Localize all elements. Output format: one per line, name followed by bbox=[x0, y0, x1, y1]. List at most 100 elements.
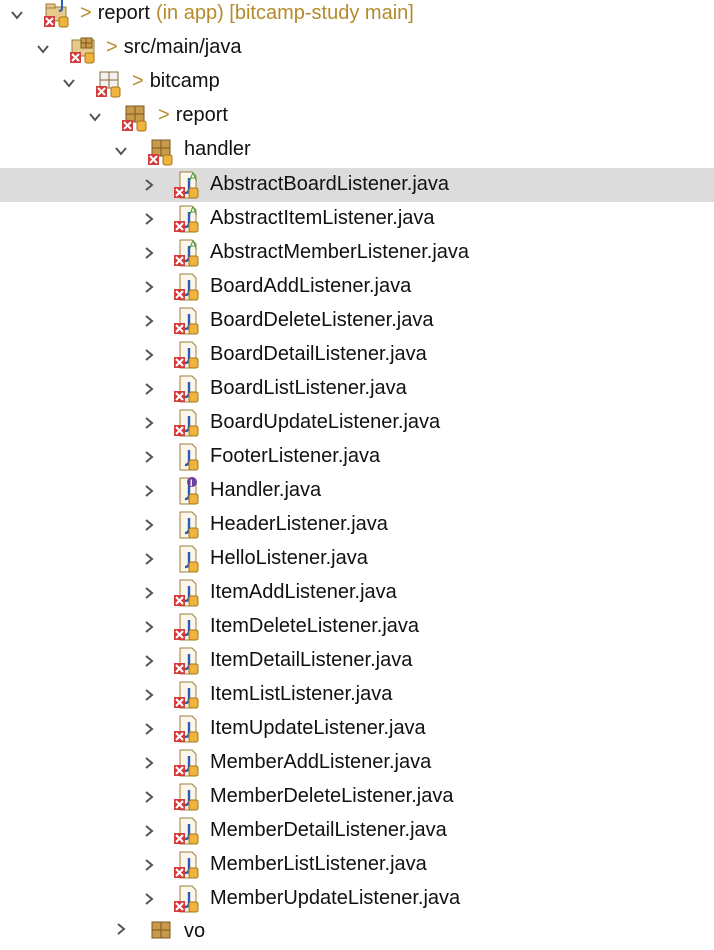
file-name: AbstractBoardListener.java bbox=[210, 173, 450, 195]
chevron-right-icon[interactable] bbox=[142, 620, 156, 634]
java-file-icon bbox=[172, 509, 204, 541]
tree-row-file[interactable]: ItemUpdateListener.java bbox=[0, 712, 714, 746]
tree-row-package-bitcamp[interactable]: > bitcamp bbox=[0, 66, 714, 100]
tree-row-file[interactable]: BoardUpdateListener.java bbox=[0, 406, 714, 440]
tree-row-package-handler[interactable]: handler bbox=[0, 134, 714, 168]
package-icon bbox=[146, 136, 178, 168]
project-label: > report (in app) [bitcamp-study main] bbox=[80, 2, 414, 25]
project-icon bbox=[42, 0, 74, 30]
java-file-icon bbox=[172, 645, 204, 677]
chevron-right-icon[interactable] bbox=[142, 790, 156, 804]
file-name: BoardAddListener.java bbox=[210, 275, 412, 297]
tree-row-source-folder[interactable]: > src/main/java bbox=[0, 32, 714, 66]
chevron-down-icon[interactable] bbox=[88, 110, 102, 124]
tree-row-project[interactable]: > report (in app) [bitcamp-study main] bbox=[0, 0, 714, 32]
decoration-marker: > bbox=[106, 36, 118, 58]
tree-row-package-report[interactable]: > report bbox=[0, 100, 714, 134]
tree-row-file[interactable]: BoardDeleteListener.java bbox=[0, 304, 714, 338]
chevron-right-icon[interactable] bbox=[142, 552, 156, 566]
chevron-right-icon[interactable] bbox=[142, 688, 156, 702]
package-label: > report bbox=[158, 104, 228, 127]
file-name: ItemUpdateListener.java bbox=[210, 717, 426, 739]
package-icon bbox=[94, 68, 126, 100]
chevron-right-icon[interactable] bbox=[142, 314, 156, 328]
tree-row-file[interactable]: ItemListListener.java bbox=[0, 678, 714, 712]
java-file-icon bbox=[172, 407, 204, 439]
decoration-marker: > bbox=[80, 2, 92, 24]
chevron-right-icon[interactable] bbox=[142, 450, 156, 464]
java-file-icon bbox=[172, 441, 204, 473]
tree-row-file[interactable]: ItemAddListener.java bbox=[0, 576, 714, 610]
chevron-right-icon[interactable] bbox=[142, 586, 156, 600]
java-file-icon bbox=[172, 611, 204, 643]
svg-text:I: I bbox=[190, 478, 193, 488]
tree-row-file[interactable]: A AbstractMemberListener.java bbox=[0, 236, 714, 270]
svg-text:A: A bbox=[189, 238, 197, 252]
tree-row-file[interactable]: ItemDetailListener.java bbox=[0, 644, 714, 678]
tree-row-file[interactable]: FooterListener.java bbox=[0, 440, 714, 474]
chevron-right-icon[interactable] bbox=[142, 246, 156, 260]
chevron-down-icon[interactable] bbox=[10, 8, 24, 22]
chevron-right-icon[interactable] bbox=[142, 518, 156, 532]
file-name: BoardDeleteListener.java bbox=[210, 309, 434, 331]
chevron-right-icon[interactable] bbox=[142, 280, 156, 294]
java-file-icon bbox=[172, 747, 204, 779]
chevron-down-icon[interactable] bbox=[36, 42, 50, 56]
java-file-icon bbox=[172, 815, 204, 847]
chevron-right-icon[interactable] bbox=[142, 756, 156, 770]
java-abstract-class-icon: A bbox=[172, 169, 204, 201]
tree-row-file[interactable]: I Handler.java bbox=[0, 474, 714, 508]
file-name: AbstractMemberListener.java bbox=[210, 241, 470, 263]
chevron-right-icon[interactable] bbox=[142, 212, 156, 226]
java-file-icon bbox=[172, 577, 204, 609]
tree-row-file[interactable]: A AbstractBoardListener.java bbox=[0, 168, 714, 202]
tree-row-file[interactable]: MemberListListener.java bbox=[0, 848, 714, 882]
chevron-right-icon[interactable] bbox=[142, 858, 156, 872]
svg-text:A: A bbox=[189, 204, 197, 218]
chevron-right-icon[interactable] bbox=[142, 892, 156, 906]
java-file-icon bbox=[172, 883, 204, 915]
svg-text:A: A bbox=[189, 170, 197, 184]
tree-row-file[interactable]: BoardListListener.java bbox=[0, 372, 714, 406]
java-file-icon bbox=[172, 781, 204, 813]
tree-row-file[interactable]: HelloListener.java bbox=[0, 542, 714, 576]
package-icon bbox=[120, 102, 152, 134]
file-name: BoardListListener.java bbox=[210, 377, 407, 399]
decoration-marker: > bbox=[132, 70, 144, 92]
tree-row-file[interactable]: ItemDeleteListener.java bbox=[0, 610, 714, 644]
chevron-right-icon[interactable] bbox=[142, 178, 156, 192]
source-folder-icon bbox=[68, 34, 100, 66]
decoration-marker: > bbox=[158, 104, 170, 126]
tree-row-file[interactable]: BoardAddListener.java bbox=[0, 270, 714, 304]
java-file-icon bbox=[172, 305, 204, 337]
chevron-down-icon[interactable] bbox=[62, 76, 76, 90]
java-abstract-class-icon: A bbox=[172, 203, 204, 235]
file-name: ItemDetailListener.java bbox=[210, 649, 413, 671]
tree-row-file[interactable]: MemberDetailListener.java bbox=[0, 814, 714, 848]
chevron-down-icon[interactable] bbox=[114, 144, 128, 158]
java-file-icon bbox=[172, 713, 204, 745]
chevron-right-icon[interactable] bbox=[142, 484, 156, 498]
chevron-right-icon[interactable] bbox=[142, 348, 156, 362]
java-file-icon bbox=[172, 339, 204, 371]
source-folder-label: > src/main/java bbox=[106, 36, 242, 59]
tree-row-file[interactable]: HeaderListener.java bbox=[0, 508, 714, 542]
tree-row-file[interactable]: A AbstractItemListener.java bbox=[0, 202, 714, 236]
chevron-right-icon[interactable] bbox=[142, 654, 156, 668]
tree-row-file[interactable]: MemberUpdateListener.java bbox=[0, 882, 714, 916]
chevron-right-icon[interactable] bbox=[142, 824, 156, 838]
tree-row-package-vo[interactable]: vo bbox=[0, 916, 714, 950]
chevron-right-icon[interactable] bbox=[142, 722, 156, 736]
file-name: ItemDeleteListener.java bbox=[210, 615, 420, 637]
file-name: FooterListener.java bbox=[210, 445, 381, 467]
tree-row-file[interactable]: BoardDetailListener.java bbox=[0, 338, 714, 372]
chevron-right-icon[interactable] bbox=[142, 416, 156, 430]
file-name: BoardUpdateListener.java bbox=[210, 411, 441, 433]
tree-row-file[interactable]: MemberAddListener.java bbox=[0, 746, 714, 780]
tree-row-file[interactable]: MemberDeleteListener.java bbox=[0, 780, 714, 814]
file-name: HeaderListener.java bbox=[210, 513, 388, 535]
java-file-icon bbox=[172, 849, 204, 881]
package-name: vo bbox=[184, 920, 206, 942]
file-name: AbstractItemListener.java bbox=[210, 207, 435, 229]
chevron-right-icon[interactable] bbox=[142, 382, 156, 396]
